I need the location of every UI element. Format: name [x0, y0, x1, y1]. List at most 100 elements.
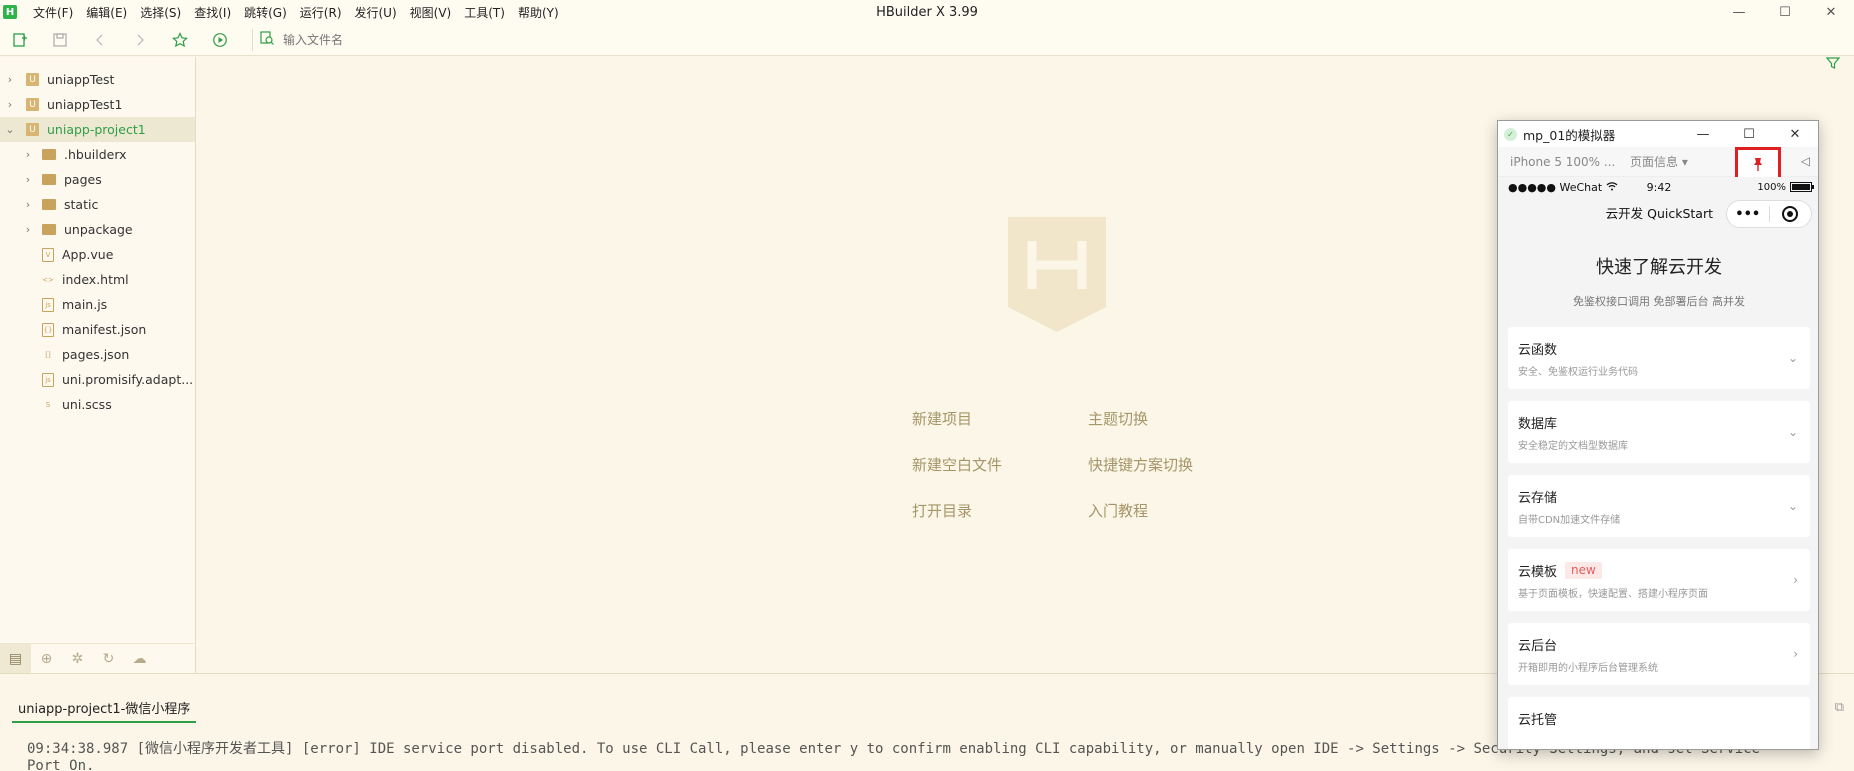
json-file-icon: {} [42, 322, 54, 337]
keymap-switch-link[interactable]: 快捷键方案切换 [1088, 454, 1193, 475]
tree-file-main-js[interactable]: js main.js [0, 292, 195, 317]
feature-card-templates[interactable]: 云模板 new 基于页面模板，快速配置、搭建小程序页面 › [1508, 549, 1810, 611]
chevron-right-icon[interactable]: › [4, 73, 16, 86]
project-icon: U [26, 73, 39, 86]
menu-tools[interactable]: 工具(T) [464, 4, 505, 21]
card-title: 云函数 [1518, 343, 1558, 358]
exit-miniprogram-button[interactable] [1770, 206, 1812, 222]
tree-project-uniapptest1[interactable]: › U uniappTest1 [0, 92, 195, 117]
tree-label: main.js [62, 297, 108, 312]
chevron-right-icon[interactable]: › [22, 148, 34, 161]
feature-list: 云函数 安全、免鉴权运行业务代码 ⌄ 数据库 安全稳定的文档型数据库 ⌄ 云存储… [1498, 327, 1818, 749]
binoculars-icon[interactable]: ⊕ [31, 644, 62, 674]
menu-help[interactable]: 帮助(Y) [518, 4, 559, 21]
debug-icon[interactable]: ✲ [62, 644, 93, 674]
tree-label: static [64, 197, 99, 212]
feature-card-database[interactable]: 数据库 安全稳定的文档型数据库 ⌄ [1508, 401, 1810, 463]
tree-file-uni-scss[interactable]: S uni.scss [0, 392, 195, 417]
menu-file[interactable]: 文件(F) [33, 4, 73, 21]
tree-project-uniapptest[interactable]: › U uniappTest [0, 67, 195, 92]
minimize-icon[interactable]: — [1716, 0, 1762, 24]
maximize-icon[interactable]: ☐ [1762, 0, 1808, 24]
forward-icon[interactable] [120, 24, 160, 56]
explorer-icon[interactable]: ▤ [0, 643, 31, 674]
scss-file-icon: S [45, 400, 51, 409]
more-options-button[interactable]: ••• [1727, 207, 1769, 222]
device-selector[interactable]: iPhone 5 100% ... [1510, 155, 1620, 169]
feature-card-cloud-functions[interactable]: 云函数 安全、免鉴权运行业务代码 ⌄ [1508, 327, 1810, 389]
minimize-icon[interactable]: — [1680, 121, 1726, 147]
nav-title: 云开发 QuickStart [1605, 205, 1713, 221]
feature-card-admin[interactable]: 云后台 开箱即用的小程序后台管理系统 › [1508, 623, 1810, 685]
save-icon[interactable] [40, 24, 80, 56]
maximize-icon[interactable]: ☐ [1726, 121, 1772, 147]
file-search-bar [252, 28, 1854, 51]
new-file-icon[interactable] [0, 24, 40, 56]
tree-file-uni-promisify[interactable]: js uni.promisify.adapt... [0, 367, 195, 392]
feature-card-storage[interactable]: 云存储 自带CDN加速文件存储 ⌄ [1508, 475, 1810, 537]
page-info-dropdown[interactable]: 页面信息 ▾ [1630, 153, 1688, 170]
chevron-right-icon[interactable]: › [22, 223, 34, 236]
tutorial-link[interactable]: 入门教程 [1088, 500, 1148, 521]
new-terminal-icon[interactable]: ⧉ [1835, 700, 1844, 715]
file-search-input[interactable] [283, 32, 883, 47]
file-search-icon [259, 30, 275, 49]
tree-file-pages-json[interactable]: [] pages.json [0, 342, 195, 367]
new-badge: new [1565, 562, 1602, 579]
theme-switch-link[interactable]: 主题切换 [1088, 408, 1148, 429]
back-icon[interactable] [80, 24, 120, 56]
menu-find[interactable]: 查找(I) [194, 4, 231, 21]
tree-file-index-html[interactable]: <> index.html [0, 267, 195, 292]
tree-label: .hbuilderx [64, 147, 127, 162]
close-icon[interactable]: ✕ [1808, 0, 1854, 24]
tree-label: unpackage [64, 222, 133, 237]
feature-card-hosting[interactable]: 云托管 [1508, 697, 1810, 749]
simulator-window: ✓ mp_01的模拟器 — ☐ ✕ iPhone 5 100% ... 页面信息… [1497, 120, 1819, 750]
menu-edit[interactable]: 编辑(E) [86, 4, 127, 21]
star-icon[interactable] [160, 24, 200, 56]
wechat-devtools-icon: ✓ [1504, 127, 1517, 141]
chevron-right-icon[interactable]: › [4, 98, 16, 111]
menu-view[interactable]: 视图(V) [410, 4, 452, 21]
tree-label: uniappTest1 [47, 97, 123, 112]
menu-publish[interactable]: 发行(U) [355, 4, 397, 21]
new-blank-file-link[interactable]: 新建空白文件 [912, 454, 1002, 475]
menu-goto[interactable]: 跳转(G) [244, 4, 287, 21]
run-icon[interactable] [200, 24, 240, 56]
card-desc: 开箱即用的小程序后台管理系统 [1518, 663, 1658, 674]
menu-select[interactable]: 选择(S) [140, 4, 181, 21]
folder-icon [42, 199, 56, 210]
card-desc: 自带CDN加速文件存储 [1518, 515, 1621, 526]
chevron-right-icon[interactable]: › [22, 173, 34, 186]
tree-folder-static[interactable]: › static [0, 192, 195, 217]
chevron-right-icon: › [1793, 573, 1798, 587]
chevron-down-icon[interactable]: ⌄ [4, 123, 16, 136]
tree-file-app-vue[interactable]: V App.vue [0, 242, 195, 267]
console-line: Port On. [27, 758, 95, 771]
title-bar: H 文件(F) 编辑(E) 选择(S) 查找(I) 跳转(G) 运行(R) 发行… [0, 0, 1854, 24]
close-icon[interactable]: ✕ [1772, 121, 1818, 147]
capsule-menu: ••• [1726, 200, 1812, 228]
chevron-right-icon[interactable]: › [22, 198, 34, 211]
open-directory-link[interactable]: 打开目录 [912, 500, 972, 521]
hbuilder-logo-icon: H [3, 5, 17, 19]
speaker-icon[interactable]: ◁ [1801, 154, 1810, 168]
card-desc: 基于页面模板，快速配置、搭建小程序页面 [1518, 589, 1708, 600]
chevron-down-icon: ⌄ [1787, 351, 1798, 365]
tree-folder-unpackage[interactable]: › unpackage [0, 217, 195, 242]
tree-folder-pages[interactable]: › pages [0, 167, 195, 192]
console-tab[interactable]: uniapp-project1-微信小程序 [12, 698, 197, 723]
tree-file-manifest-json[interactable]: {} manifest.json [0, 317, 195, 342]
tree-folder-hbuilderx[interactable]: › .hbuilderx [0, 142, 195, 167]
card-title: 云托管 [1518, 713, 1558, 728]
folder-icon [42, 149, 56, 160]
sync-icon[interactable]: ↻ [93, 644, 124, 674]
card-title: 数据库 [1518, 417, 1558, 432]
pin-icon [1752, 157, 1764, 175]
menu-run[interactable]: 运行(R) [300, 4, 342, 21]
tree-project-uniapp-project1[interactable]: ⌄ U uniapp-project1 [0, 117, 195, 142]
simulator-window-controls: — ☐ ✕ [1680, 121, 1818, 147]
filter-icon[interactable] [1825, 56, 1841, 73]
cloud-icon[interactable]: ☁ [124, 644, 155, 674]
new-project-link[interactable]: 新建项目 [912, 408, 972, 429]
